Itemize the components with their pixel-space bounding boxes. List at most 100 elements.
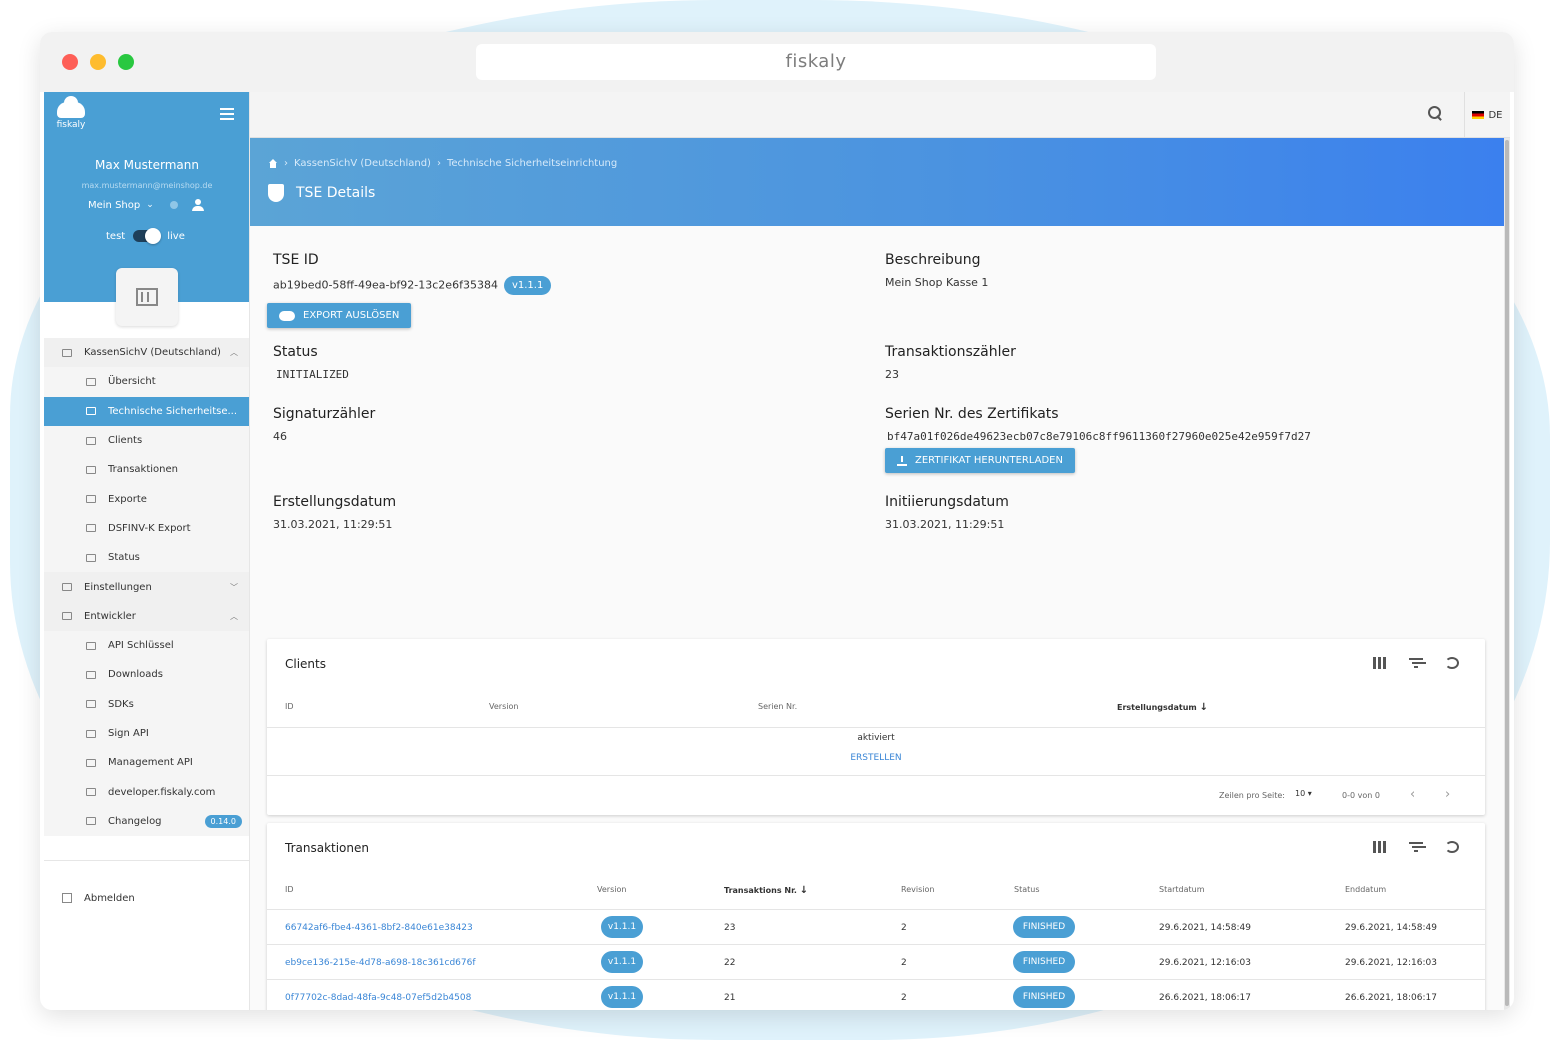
status-badge: FINISHED (1013, 951, 1075, 973)
sidebar-item-changelog[interactable]: Changelog 0.14.0 (44, 806, 249, 837)
columns-icon[interactable] (1373, 657, 1387, 669)
maximize-window-button[interactable] (118, 54, 134, 70)
breadcrumb-separator: › (284, 158, 288, 169)
sidebar-item-label: Changelog (108, 815, 162, 827)
menu-icon[interactable] (220, 108, 234, 120)
column-header-serial[interactable]: Serien Nr. (758, 702, 797, 711)
transaction-nr: 23 (724, 923, 736, 933)
sidebar-item-clients[interactable]: Clients (44, 425, 249, 456)
minimize-window-button[interactable] (90, 54, 106, 70)
link-icon (86, 700, 96, 709)
sidebar: fiskaly Max Mustermann max.mustermann@me… (44, 92, 250, 1010)
column-header-status[interactable]: Status (1014, 885, 1040, 894)
home-icon[interactable] (268, 159, 278, 168)
download-certificate-button[interactable]: ZERTIFIKAT HERUNTERLADEN (885, 448, 1075, 473)
sidebar-item-label: Downloads (108, 669, 163, 681)
page-scrollbar[interactable] (1504, 138, 1510, 1010)
user-icon[interactable] (191, 199, 204, 211)
toggle-label-test: test (106, 230, 126, 242)
shop-selector[interactable]: Mein Shop ⌄ (88, 199, 204, 211)
next-page-button[interactable]: › (1445, 787, 1450, 802)
status-badge: FINISHED (1013, 986, 1075, 1008)
scrollbar-thumb[interactable] (1505, 140, 1509, 1006)
topbar: DE (250, 92, 1510, 138)
breadcrumb-kassensichv[interactable]: KassenSichV (Deutschland) (294, 158, 431, 169)
language-selector[interactable]: DE (1464, 92, 1510, 138)
create-client-link[interactable]: ERSTELLEN (267, 753, 1485, 763)
end-date: 29.6.2021, 12:16:03 (1345, 958, 1437, 968)
column-header-id[interactable]: ID (285, 885, 294, 894)
revision: 2 (901, 993, 907, 1003)
sidebar-item-label: Entwickler (84, 610, 136, 622)
sidebar-item-entwickler[interactable]: Entwickler ︿ (44, 601, 249, 631)
link-icon (86, 553, 96, 562)
sidebar-item-management-api[interactable]: Management API (44, 748, 249, 778)
link-icon (86, 788, 96, 797)
fiskaly-logo[interactable]: fiskaly (56, 96, 86, 130)
sidebar-item-label: Übersicht (108, 376, 156, 388)
key-icon (86, 641, 96, 650)
transactions-card: Transaktionen ID Version Transaktions Nr… (267, 823, 1485, 1010)
filter-icon[interactable] (1409, 841, 1423, 853)
logout-button[interactable]: Abmelden (44, 860, 249, 912)
sidebar-item-developer-portal[interactable]: developer.fiskaly.com (44, 777, 249, 807)
sidebar-item-downloads[interactable]: Downloads (44, 660, 249, 690)
transaction-id-link[interactable]: 66742af6-fbe4-4361-8bf2-840e61e38423 (285, 923, 473, 933)
filter-icon[interactable] (1409, 657, 1423, 669)
environment-toggle[interactable] (133, 228, 162, 244)
sidebar-item-tse[interactable]: Technische Sicherheitse... (44, 396, 249, 426)
sidebar-item-einstellungen[interactable]: Einstellungen ﹀ (44, 572, 249, 602)
download-certificate-label: ZERTIFIKAT HERUNTERLADEN (915, 455, 1063, 466)
logo-text: fiskaly (56, 120, 86, 130)
refresh-icon[interactable] (1445, 841, 1459, 853)
columns-icon[interactable] (1373, 841, 1387, 853)
rows-per-page-select[interactable]: 10 ▾ (1295, 789, 1312, 798)
rows-per-page-label: Zeilen pro Seite: (1219, 791, 1285, 800)
refresh-icon[interactable] (1445, 657, 1459, 669)
language-code: DE (1488, 109, 1503, 121)
sidebar-item-status[interactable]: Status (44, 543, 249, 573)
transaction-nr: 22 (724, 958, 736, 968)
sidebar-item-api-schluessel[interactable]: API Schlüssel (44, 630, 249, 661)
clients-toolbar (1373, 657, 1459, 669)
breadcrumb-tse[interactable]: Technische Sicherheitseinrichtung (447, 158, 617, 169)
column-header-start[interactable]: Startdatum (1159, 885, 1205, 894)
column-header-created[interactable]: Erstellungsdatum ↓ (1117, 702, 1208, 713)
close-window-button[interactable] (62, 54, 78, 70)
sidebar-item-label: Sign API (108, 728, 149, 739)
sidebar-item-kassensichv[interactable]: KassenSichV (Deutschland) ︿ (44, 338, 249, 368)
column-header-revision[interactable]: Revision (901, 885, 934, 894)
address-bar[interactable]: fiskaly (476, 44, 1156, 80)
sidebar-item-uebersicht[interactable]: Übersicht (44, 367, 249, 397)
sidebar-item-sign-api[interactable]: Sign API (44, 718, 249, 749)
dashboard-icon (86, 377, 96, 386)
download-icon (897, 455, 907, 466)
export-button-label: EXPORT AUSLÖSEN (303, 310, 400, 321)
column-header-tx-nr[interactable]: Transaktions Nr. ↓ (724, 885, 808, 896)
column-header-version[interactable]: Version (489, 702, 518, 711)
sidebar-item-dsfinvk-export[interactable]: DSFINV-K Export (44, 513, 249, 544)
sidebar-item-sdks[interactable]: SDKs (44, 689, 249, 719)
start-date: 26.6.2021, 18:06:17 (1159, 993, 1251, 1003)
link-icon (86, 729, 96, 738)
export-button[interactable]: EXPORT AUSLÖSEN (267, 303, 412, 328)
revision: 2 (901, 923, 907, 933)
search-icon[interactable] (1428, 106, 1442, 120)
sidebar-item-transaktionen[interactable]: Transaktionen (44, 455, 249, 485)
user-name: Max Mustermann (95, 158, 199, 172)
column-header-id[interactable]: ID (285, 702, 294, 711)
sidebar-item-exporte[interactable]: Exporte (44, 484, 249, 514)
divider (267, 944, 1485, 945)
column-header-end[interactable]: Enddatum (1345, 885, 1386, 894)
version-chip: v1.1.1 (601, 916, 643, 938)
info-icon[interactable] (169, 201, 178, 209)
prev-page-button[interactable]: ‹ (1410, 787, 1415, 802)
tse-id-field: TSE ID ab19bed0-58ff-49ea-bf92-13c2e6f35… (273, 252, 552, 295)
tse-id-value-row: ab19bed0-58ff-49ea-bf92-13c2e6f35384 v1.1… (273, 276, 552, 295)
column-header-version[interactable]: Version (597, 885, 626, 894)
description-label: Beschreibung (885, 252, 981, 268)
transaction-id-link[interactable]: eb9ce136-215e-4d78-a698-18c361cd676f (285, 958, 476, 968)
transaction-id-link[interactable]: 0f77702c-8dad-48fa-9c48-07ef5d2b4508 (285, 993, 471, 1003)
organization-avatar[interactable] (116, 268, 178, 326)
rows-per-page-value: 10 (1295, 789, 1306, 798)
